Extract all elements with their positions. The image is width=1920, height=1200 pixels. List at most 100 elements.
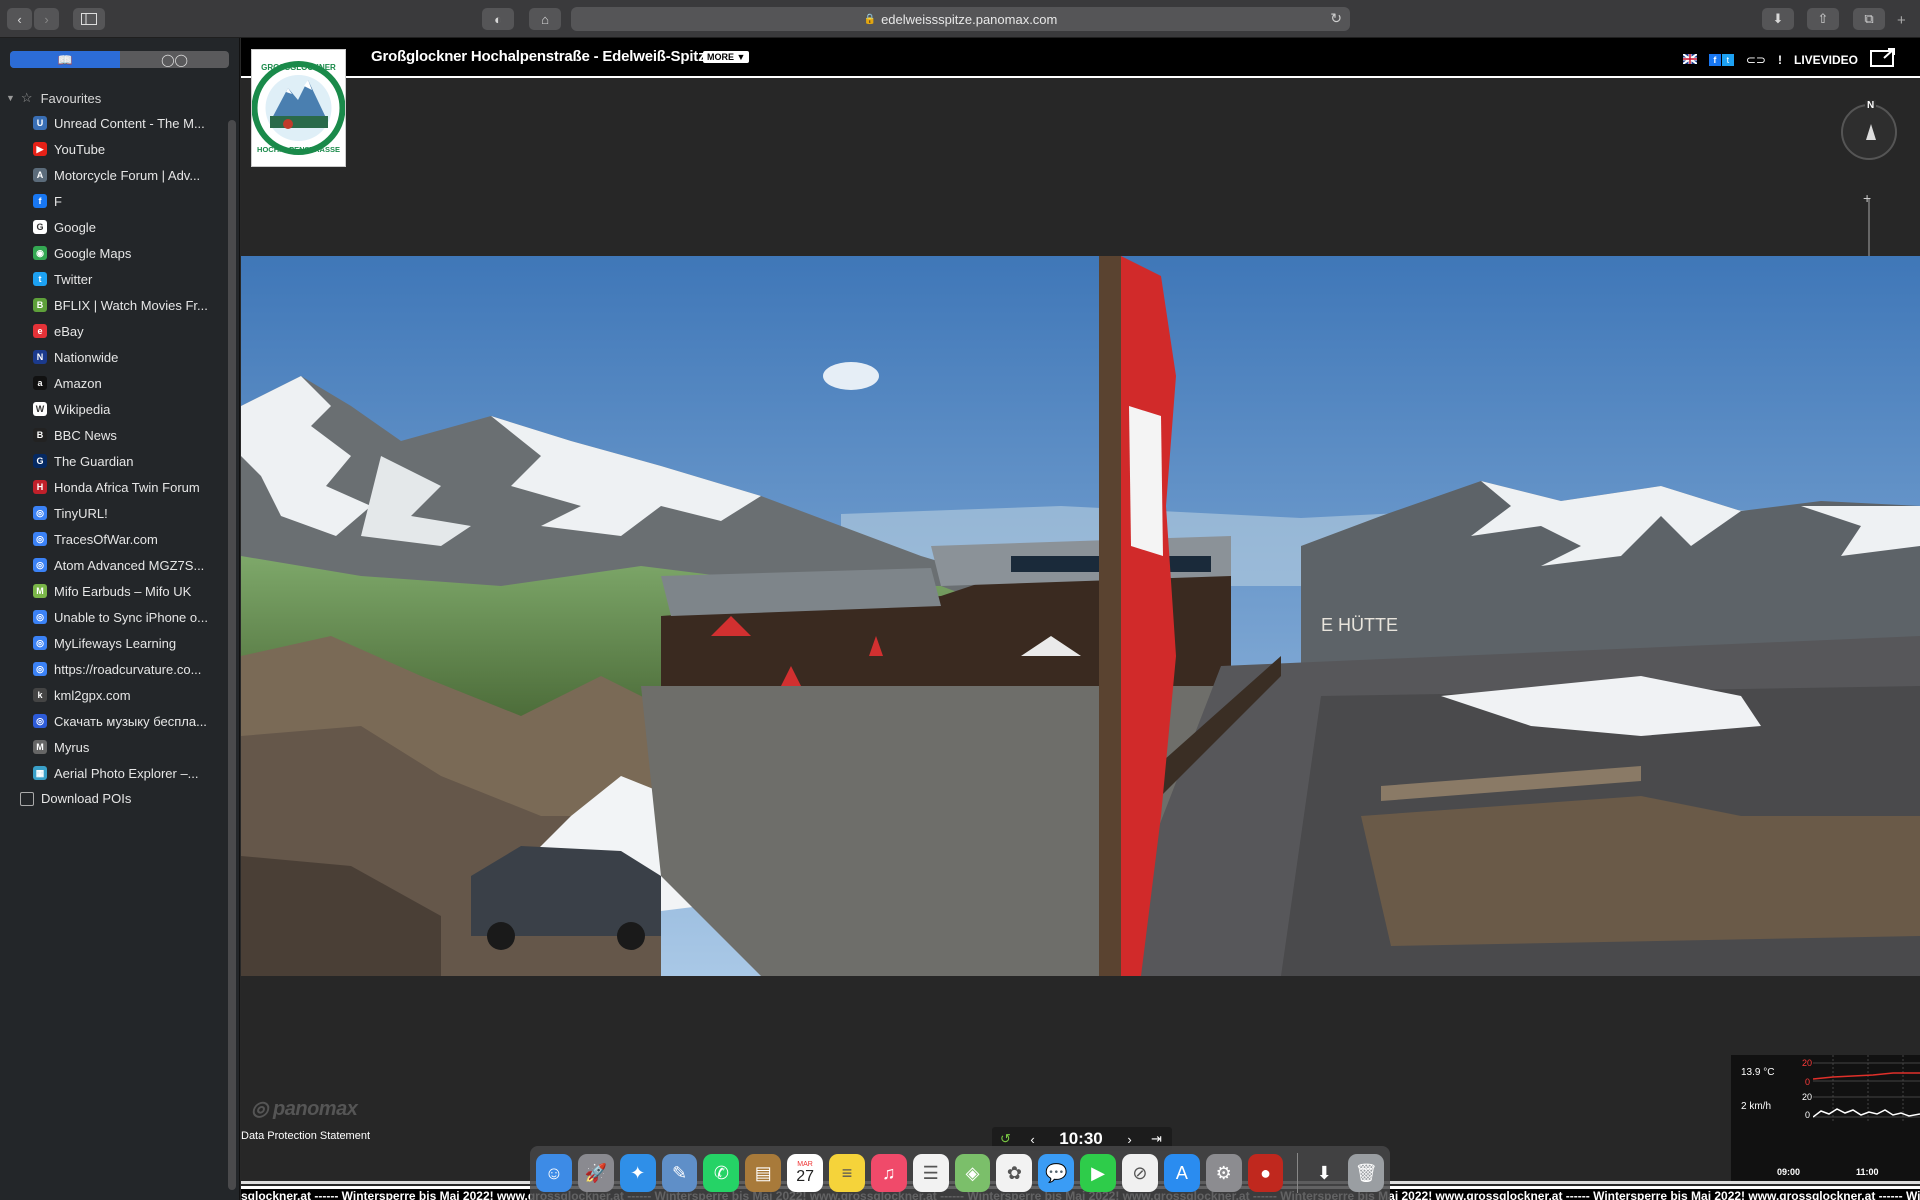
sidebar-item-label: The Guardian bbox=[54, 453, 134, 469]
previous-time-button[interactable]: ‹ bbox=[1019, 1132, 1046, 1147]
sidebar-item-8[interactable]: e eBay bbox=[0, 318, 230, 344]
calendar-icon[interactable]: MAR 27 bbox=[787, 1154, 824, 1192]
sidebar-item-12[interactable]: B BBC News bbox=[0, 422, 230, 448]
sidebar-item-label: Unable to Sync iPhone o... bbox=[54, 609, 208, 625]
sidebar-item-20[interactable]: ◎ MyLifeways Learning bbox=[0, 630, 230, 656]
shield-icon: ◐ bbox=[494, 11, 502, 27]
facetime-icon[interactable]: ▶ bbox=[1080, 1154, 1117, 1192]
download-icon: ⬇ bbox=[1772, 11, 1784, 26]
app-store-icon[interactable]: A bbox=[1163, 1154, 1200, 1192]
sidebar-item-9[interactable]: N Nationwide bbox=[0, 344, 230, 370]
compass[interactable]: N bbox=[1841, 100, 1897, 160]
sidebar-item-15[interactable]: ◎ TinyURL! bbox=[0, 500, 230, 526]
address-bar[interactable]: 🔒 edelweissspitze.panomax.com ↻ bbox=[571, 7, 1350, 31]
facebook-icon[interactable]: f bbox=[1708, 53, 1721, 66]
sidebar-item-5[interactable]: ◉ Google Maps bbox=[0, 240, 230, 266]
sidebar-item-1[interactable]: ▶ YouTube bbox=[0, 136, 230, 162]
sidebar-item-14[interactable]: H Honda Africa Twin Forum bbox=[0, 474, 230, 500]
whatsapp-icon[interactable]: ✆ bbox=[703, 1154, 740, 1192]
sidebar-item-label: F bbox=[54, 193, 62, 209]
replay-icon[interactable]: ↺ bbox=[992, 1131, 1019, 1147]
system-preferences-icon[interactable]: ⚙ bbox=[1205, 1154, 1242, 1192]
zoom-in-button[interactable]: + bbox=[1863, 190, 1871, 206]
sidebar-item-22[interactable]: k kml2gpx.com bbox=[0, 682, 230, 708]
info-icon[interactable]: ! bbox=[1778, 53, 1782, 67]
macos-dock: ☺ 🚀 ✦ ✎ ✆ ▤ MAR 27 ≡ ♫ ☰ ◈ ✿ 💬 ▶ ⊘ A ⚙ ● ⬇ 🗑 bbox=[530, 1146, 1390, 1200]
sidebar-item-label: MyLifeways Learning bbox=[54, 635, 177, 651]
privacy-report-button[interactable]: ◐ bbox=[482, 8, 514, 30]
data-protection-link[interactable]: Data Protection Statement bbox=[241, 1130, 370, 1142]
favicon-icon: ◎ bbox=[33, 506, 47, 520]
link-icon[interactable]: ⊂⊃ bbox=[1746, 53, 1766, 67]
back-button[interactable]: ‹ bbox=[7, 8, 32, 30]
reminders-icon[interactable]: ☰ bbox=[912, 1154, 949, 1192]
sidebar-item-25[interactable]: ▦ Aerial Photo Explorer –... bbox=[0, 760, 230, 786]
sidebar-item-21[interactable]: ◎ https://roadcurvature.co... bbox=[0, 656, 230, 682]
notes-icon[interactable]: ≡ bbox=[829, 1154, 865, 1192]
maps-icon[interactable]: ◈ bbox=[954, 1154, 991, 1192]
sidebar-item-label: https://roadcurvature.co... bbox=[54, 661, 202, 677]
wind-value: 2 km/h bbox=[1741, 1101, 1772, 1112]
messages-icon[interactable]: 💬 bbox=[1038, 1154, 1075, 1192]
sidebar-item-10[interactable]: a Amazon bbox=[0, 370, 230, 396]
latest-time-button[interactable]: ⇥ bbox=[1143, 1131, 1170, 1147]
glasses-icon: ◯◯ bbox=[161, 52, 188, 67]
favicon-icon: H bbox=[33, 480, 47, 494]
panorama-image[interactable]: E HÜTTE bbox=[241, 256, 1920, 976]
boxing-gloves-icon[interactable]: ● bbox=[1247, 1154, 1284, 1192]
sidebar-item-0[interactable]: U Unread Content - The M... bbox=[0, 110, 230, 136]
itunes-icon[interactable]: ♫ bbox=[870, 1154, 907, 1192]
preview-icon[interactable]: ✎ bbox=[661, 1154, 698, 1192]
sidebar-item-label: Google Maps bbox=[54, 245, 132, 261]
favicon-icon: ▦ bbox=[33, 766, 47, 780]
sidebar-item-7[interactable]: B BFLIX | Watch Movies Fr... bbox=[0, 292, 230, 318]
sidebar-item-3[interactable]: fF bbox=[0, 188, 230, 214]
downloads-stack-icon[interactable]: ⬇ bbox=[1306, 1154, 1342, 1192]
svg-text:HOCHALPENSTRASSE: HOCHALPENSTRASSE bbox=[257, 145, 340, 154]
bookmarks-tab[interactable]: 📖 bbox=[10, 51, 120, 68]
safari-icon[interactable]: ✦ bbox=[619, 1154, 656, 1192]
launchpad-icon[interactable]: 🚀 bbox=[577, 1154, 614, 1192]
next-time-button[interactable]: › bbox=[1116, 1132, 1143, 1147]
sidebar-item-label: Wikipedia bbox=[54, 401, 111, 417]
sidebar-toggle-button[interactable] bbox=[73, 8, 105, 30]
forward-button[interactable]: › bbox=[34, 8, 59, 30]
sidebar-item-19[interactable]: ◎ Unable to Sync iPhone o... bbox=[0, 604, 230, 630]
sidebar-item-23[interactable]: ◎ Скачать музыку бесплa... bbox=[0, 708, 230, 734]
downloads-button[interactable]: ⬇ bbox=[1762, 8, 1794, 30]
sidebar-item-16[interactable]: ◎ TracesOfWar.com bbox=[0, 526, 230, 552]
finder-icon[interactable]: ☺ bbox=[536, 1154, 572, 1192]
twitter-icon[interactable]: t bbox=[1721, 53, 1734, 66]
photos-icon[interactable]: ✿ bbox=[996, 1154, 1033, 1192]
grossglockner-logo[interactable]: GROSSGLOCKNER HOCHALPENSTRASSE bbox=[251, 49, 346, 167]
sidebar-item-24[interactable]: M Myrus bbox=[0, 734, 230, 760]
weather-widget[interactable]: 13.9 °C 2 km/h 20 0 20 0 09:00 11:00 bbox=[1731, 1055, 1920, 1182]
fullscreen-icon[interactable] bbox=[1870, 48, 1896, 71]
sidebar-item-18[interactable]: M Mifo Earbuds – Mifo UK bbox=[0, 578, 230, 604]
favicon-icon: M bbox=[33, 740, 47, 754]
sidebar-item-11[interactable]: W Wikipedia bbox=[0, 396, 230, 422]
sidebar-item-4[interactable]: G Google bbox=[0, 214, 230, 240]
favourites-folder[interactable]: ▼ ☆ Favourites bbox=[6, 90, 101, 106]
reading-list-tab[interactable]: ◯◯ bbox=[120, 51, 229, 68]
more-button[interactable]: MORE ▼ bbox=[703, 51, 750, 63]
news-icon[interactable]: ⊘ bbox=[1122, 1154, 1158, 1192]
sidebar-scrollbar[interactable] bbox=[228, 120, 236, 1190]
share-button[interactable]: ⇧ bbox=[1807, 8, 1839, 30]
disclosure-triangle-icon[interactable]: ▼ bbox=[6, 93, 15, 103]
sidebar-item-2[interactable]: A Motorcycle Forum | Adv... bbox=[0, 162, 230, 188]
new-tab-button[interactable]: + bbox=[1897, 12, 1906, 29]
trash-icon[interactable]: 🗑 bbox=[1348, 1154, 1385, 1192]
sidebar-item-download-pois[interactable]: Download POIs bbox=[20, 791, 131, 806]
home-button[interactable]: ⌂ bbox=[529, 8, 561, 30]
favicon-icon: ◎ bbox=[33, 610, 47, 624]
reload-icon[interactable]: ↻ bbox=[1330, 10, 1342, 27]
sidebar-item-6[interactable]: t Twitter bbox=[0, 266, 230, 292]
sidebar-item-13[interactable]: G The Guardian bbox=[0, 448, 230, 474]
wind-axis-bottom: 0 bbox=[1805, 1110, 1811, 1120]
uk-flag-icon[interactable] bbox=[1682, 52, 1698, 67]
tabs-overview-button[interactable]: ⧉ bbox=[1853, 8, 1885, 30]
livevideo-button[interactable]: LIVEVIDEO bbox=[1794, 53, 1858, 67]
sidebar-item-17[interactable]: ◎ Atom Advanced MGZ7S... bbox=[0, 552, 230, 578]
notebook-icon[interactable]: ▤ bbox=[745, 1154, 782, 1192]
